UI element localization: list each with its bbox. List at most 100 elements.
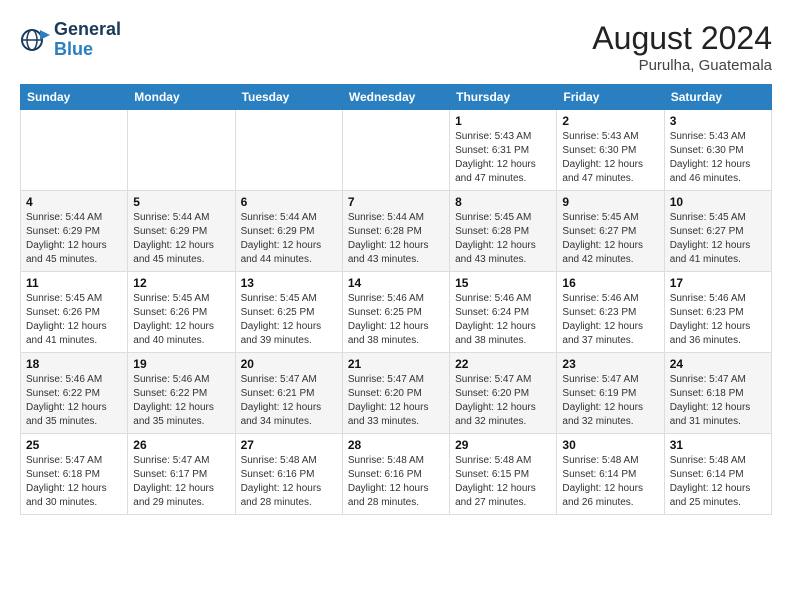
- week-row-3: 11 Sunrise: 5:45 AM Sunset: 6:26 PM Dayli…: [21, 272, 772, 353]
- day-info: Sunrise: 5:47 AM Sunset: 6:19 PM Dayligh…: [562, 373, 658, 429]
- day-info: Sunrise: 5:48 AM Sunset: 6:14 PM Dayligh…: [562, 454, 658, 510]
- day-info: Sunrise: 5:48 AM Sunset: 6:14 PM Dayligh…: [670, 454, 766, 510]
- calendar-cell: 29Sunrise: 5:48 AM Sunset: 6:15 PM Dayli…: [450, 434, 557, 515]
- day-info: Sunrise: 5:46 AM Sunset: 6:25 PM Dayligh…: [348, 292, 444, 348]
- calendar-cell: [235, 110, 342, 191]
- calendar-cell: 28Sunrise: 5:48 AM Sunset: 6:16 PM Dayli…: [342, 434, 449, 515]
- calendar-cell: 6 Sunrise: 5:44 AM Sunset: 6:29 PM Daylig…: [235, 191, 342, 272]
- calendar-cell: 3Sunrise: 5:43 AM Sunset: 6:30 PM Daylig…: [664, 110, 771, 191]
- calendar-cell: 23 Sunrise: 5:47 AM Sunset: 6:19 PM Dayli…: [557, 353, 664, 434]
- logo: General Blue: [20, 20, 121, 60]
- day-info: Sunrise: 5:46 AM Sunset: 6:22 PM Dayligh…: [133, 373, 229, 429]
- calendar-cell: [21, 110, 128, 191]
- calendar-cell: 26 Sunrise: 5:47 AM Sunset: 6:17 PM Dayli…: [128, 434, 235, 515]
- day-number: 6: [241, 195, 337, 209]
- calendar-cell: 12 Sunrise: 5:45 AM Sunset: 6:26 PM Dayli…: [128, 272, 235, 353]
- day-number: 9: [562, 195, 658, 209]
- weekday-header-thursday: Thursday: [450, 85, 557, 110]
- day-info: Sunrise: 5:46 AM Sunset: 6:22 PM Dayligh…: [26, 373, 122, 429]
- title-block: August 2024 Purulha, Guatemala: [592, 20, 772, 74]
- day-info: Sunrise: 5:47 AM Sunset: 6:18 PM Dayligh…: [26, 454, 122, 510]
- day-number: 15: [455, 276, 551, 290]
- day-info: Sunrise: 5:44 AM Sunset: 6:28 PM Dayligh…: [348, 211, 444, 267]
- calendar-cell: 8 Sunrise: 5:45 AM Sunset: 6:28 PM Daylig…: [450, 191, 557, 272]
- weekday-header-wednesday: Wednesday: [342, 85, 449, 110]
- day-info: Sunrise: 5:45 AM Sunset: 6:27 PM Dayligh…: [562, 211, 658, 267]
- calendar-cell: 14 Sunrise: 5:46 AM Sunset: 6:25 PM Dayli…: [342, 272, 449, 353]
- day-info: Sunrise: 5:44 AM Sunset: 6:29 PM Dayligh…: [26, 211, 122, 267]
- day-info: Sunrise: 5:44 AM Sunset: 6:29 PM Dayligh…: [241, 211, 337, 267]
- week-row-4: 18 Sunrise: 5:46 AM Sunset: 6:22 PM Dayli…: [21, 353, 772, 434]
- day-number: 13: [241, 276, 337, 290]
- day-number: 24: [670, 357, 766, 371]
- day-number: 20: [241, 357, 337, 371]
- calendar-cell: 11 Sunrise: 5:45 AM Sunset: 6:26 PM Dayli…: [21, 272, 128, 353]
- day-info: Sunrise: 5:46 AM Sunset: 6:24 PM Dayligh…: [455, 292, 551, 348]
- day-info: Sunrise: 5:45 AM Sunset: 6:27 PM Dayligh…: [670, 211, 766, 267]
- calendar-cell: 19 Sunrise: 5:46 AM Sunset: 6:22 PM Dayli…: [128, 353, 235, 434]
- calendar-cell: 16Sunrise: 5:46 AM Sunset: 6:23 PM Dayli…: [557, 272, 664, 353]
- day-number: 2: [562, 114, 658, 128]
- day-info: Sunrise: 5:43 AM Sunset: 6:30 PM Dayligh…: [562, 130, 658, 186]
- logo-icon: [20, 25, 50, 55]
- weekday-header-tuesday: Tuesday: [235, 85, 342, 110]
- day-info: Sunrise: 5:47 AM Sunset: 6:20 PM Dayligh…: [348, 373, 444, 429]
- day-info: Sunrise: 5:44 AM Sunset: 6:29 PM Dayligh…: [133, 211, 229, 267]
- day-number: 23: [562, 357, 658, 371]
- calendar-cell: 31 Sunrise: 5:48 AM Sunset: 6:14 PM Dayli…: [664, 434, 771, 515]
- day-number: 25: [26, 438, 122, 452]
- calendar-cell: 17 Sunrise: 5:46 AM Sunset: 6:23 PM Dayli…: [664, 272, 771, 353]
- day-number: 22: [455, 357, 551, 371]
- day-number: 29: [455, 438, 551, 452]
- calendar-cell: 4 Sunrise: 5:44 AM Sunset: 6:29 PM Daylig…: [21, 191, 128, 272]
- day-number: 10: [670, 195, 766, 209]
- day-number: 12: [133, 276, 229, 290]
- calendar-cell: 7 Sunrise: 5:44 AM Sunset: 6:28 PM Daylig…: [342, 191, 449, 272]
- day-number: 4: [26, 195, 122, 209]
- day-info: Sunrise: 5:45 AM Sunset: 6:25 PM Dayligh…: [241, 292, 337, 348]
- calendar-cell: 15 Sunrise: 5:46 AM Sunset: 6:24 PM Dayli…: [450, 272, 557, 353]
- day-info: Sunrise: 5:47 AM Sunset: 6:18 PM Dayligh…: [670, 373, 766, 429]
- day-info: Sunrise: 5:45 AM Sunset: 6:28 PM Dayligh…: [455, 211, 551, 267]
- weekday-header-sunday: Sunday: [21, 85, 128, 110]
- calendar-cell: 13 Sunrise: 5:45 AM Sunset: 6:25 PM Dayli…: [235, 272, 342, 353]
- day-info: Sunrise: 5:47 AM Sunset: 6:20 PM Dayligh…: [455, 373, 551, 429]
- calendar-cell: 20 Sunrise: 5:47 AM Sunset: 6:21 PM Dayli…: [235, 353, 342, 434]
- calendar-cell: 10 Sunrise: 5:45 AM Sunset: 6:27 PM Dayli…: [664, 191, 771, 272]
- weekday-header-monday: Monday: [128, 85, 235, 110]
- week-row-2: 4 Sunrise: 5:44 AM Sunset: 6:29 PM Daylig…: [21, 191, 772, 272]
- weekday-header-friday: Friday: [557, 85, 664, 110]
- day-info: Sunrise: 5:46 AM Sunset: 6:23 PM Dayligh…: [670, 292, 766, 348]
- calendar-cell: 1 Sunrise: 5:43 AM Sunset: 6:31 PM Daylig…: [450, 110, 557, 191]
- day-info: Sunrise: 5:47 AM Sunset: 6:17 PM Dayligh…: [133, 454, 229, 510]
- calendar-cell: 2 Sunrise: 5:43 AM Sunset: 6:30 PM Daylig…: [557, 110, 664, 191]
- day-info: Sunrise: 5:43 AM Sunset: 6:31 PM Dayligh…: [455, 130, 551, 186]
- day-info: Sunrise: 5:45 AM Sunset: 6:26 PM Dayligh…: [26, 292, 122, 348]
- day-number: 8: [455, 195, 551, 209]
- weekday-header-row: SundayMondayTuesdayWednesdayThursdayFrid…: [21, 85, 772, 110]
- day-info: Sunrise: 5:45 AM Sunset: 6:26 PM Dayligh…: [133, 292, 229, 348]
- day-number: 18: [26, 357, 122, 371]
- calendar-cell: 21Sunrise: 5:47 AM Sunset: 6:20 PM Dayli…: [342, 353, 449, 434]
- location-subtitle: Purulha, Guatemala: [592, 57, 772, 74]
- day-number: 30: [562, 438, 658, 452]
- day-number: 31: [670, 438, 766, 452]
- day-number: 19: [133, 357, 229, 371]
- day-number: 14: [348, 276, 444, 290]
- logo-line1: General: [54, 20, 121, 40]
- day-number: 7: [348, 195, 444, 209]
- calendar-cell: 9 Sunrise: 5:45 AM Sunset: 6:27 PM Daylig…: [557, 191, 664, 272]
- calendar-cell: 22 Sunrise: 5:47 AM Sunset: 6:20 PM Dayli…: [450, 353, 557, 434]
- calendar-cell: 18 Sunrise: 5:46 AM Sunset: 6:22 PM Dayli…: [21, 353, 128, 434]
- calendar-cell: 5 Sunrise: 5:44 AM Sunset: 6:29 PM Daylig…: [128, 191, 235, 272]
- day-number: 11: [26, 276, 122, 290]
- day-info: Sunrise: 5:43 AM Sunset: 6:30 PM Dayligh…: [670, 130, 766, 186]
- month-year-title: August 2024: [592, 20, 772, 57]
- day-number: 1: [455, 114, 551, 128]
- day-number: 17: [670, 276, 766, 290]
- day-number: 26: [133, 438, 229, 452]
- day-info: Sunrise: 5:47 AM Sunset: 6:21 PM Dayligh…: [241, 373, 337, 429]
- day-number: 27: [241, 438, 337, 452]
- calendar-cell: [128, 110, 235, 191]
- day-number: 5: [133, 195, 229, 209]
